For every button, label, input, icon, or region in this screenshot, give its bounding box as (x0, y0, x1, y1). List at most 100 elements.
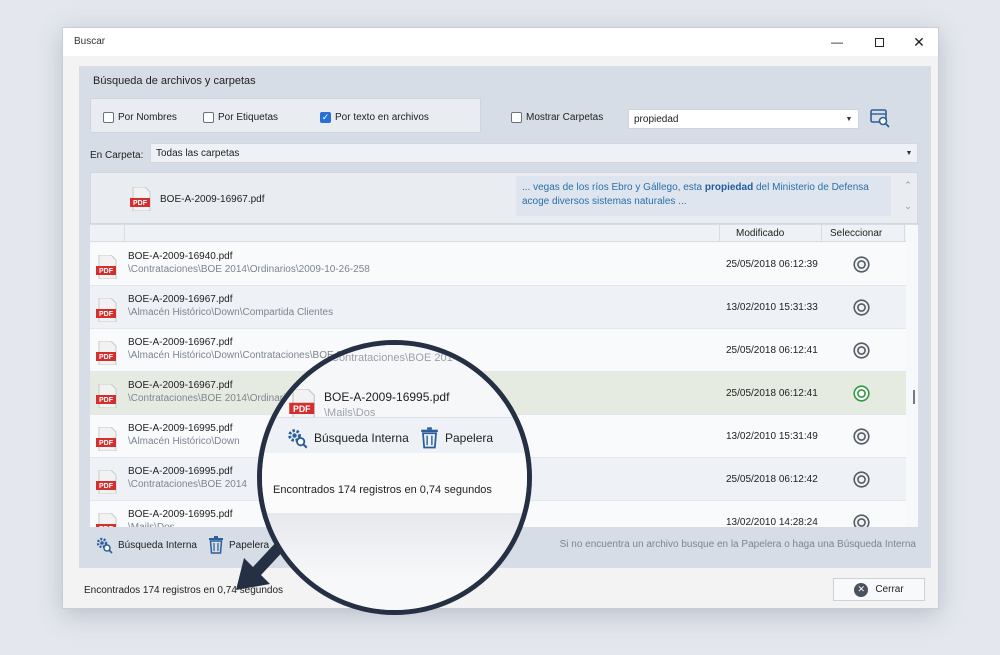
option-by-name[interactable]: Por Nombres (103, 112, 177, 123)
title-bar: Buscar — ✕ (63, 28, 938, 56)
magnified-trash-button[interactable]: Papelera (420, 427, 493, 449)
trash-icon (209, 536, 223, 554)
pdf-icon: PDF (130, 187, 151, 211)
gear-search-icon (96, 537, 113, 554)
gear-search-icon (288, 429, 308, 449)
svg-text:PDF: PDF (99, 311, 114, 318)
list-header: Modificado Seleccionar (90, 225, 906, 242)
minimize-button[interactable]: — (818, 28, 856, 56)
magnifier-callout: \Contrataciones\BOE 2014 PDF BOE-A-2009-… (257, 340, 532, 615)
pdf-icon: PDF (96, 426, 117, 452)
internal-search-label: Búsqueda Interna (118, 539, 197, 551)
option-label: Por Etiquetas (218, 112, 279, 123)
checkbox[interactable] (511, 112, 522, 123)
hint-text: Si no encuentra un archivo busque en la … (559, 539, 916, 550)
pdf-icon: PDF (96, 383, 117, 409)
magnified-ghost-path: \Contrataciones\BOE 2014 (328, 352, 459, 364)
pdf-icon: PDF (289, 389, 315, 419)
select-radio-icon[interactable] (853, 299, 870, 316)
pdf-icon: PDF (96, 512, 117, 527)
svg-text:PDF: PDF (99, 397, 114, 404)
internal-search-button[interactable]: Búsqueda Interna (95, 536, 197, 554)
file-name: BOE-A-2009-16940.pdf (128, 251, 233, 262)
magnified-content: \Contrataciones\BOE 2014 PDF BOE-A-2009-… (262, 345, 527, 610)
file-name: BOE-A-2009-16995.pdf (128, 509, 233, 520)
checkbox[interactable] (103, 112, 114, 123)
file-path: \Almacén Histórico\Down\Compartida Clien… (128, 307, 334, 318)
file-name: BOE-A-2009-16967.pdf (128, 380, 233, 391)
show-folders-option[interactable]: Mostrar Carpetas (511, 112, 603, 123)
modified-date: 13/02/2010 14:28:24 (726, 517, 818, 527)
svg-text:PDF: PDF (99, 483, 114, 490)
pdf-icon-wrap: PDF (96, 254, 118, 282)
select-radio-icon[interactable] (853, 471, 870, 488)
chevron-down-icon[interactable]: ▼ (842, 112, 856, 126)
maximize-button[interactable] (860, 28, 898, 56)
svg-text:PDF: PDF (133, 200, 148, 207)
select-radio-icon[interactable] (853, 342, 870, 359)
file-name: BOE-A-2009-16995.pdf (128, 423, 233, 434)
modified-date: 25/05/2018 06:12:41 (726, 345, 818, 356)
close-label: Cerrar (875, 584, 904, 595)
magnified-status-area (262, 453, 527, 513)
magnified-status-text: Encontrados 174 registros en 0,74 segund… (273, 484, 492, 496)
file-name: BOE-A-2009-16967.pdf (128, 294, 233, 305)
file-name: BOE-A-2009-16995.pdf (128, 466, 233, 477)
close-circle-icon: ✕ (854, 582, 869, 597)
trash-icon (421, 427, 438, 449)
result-preview: PDF BOE-A-2009-16967.pdf ... vegas de lo… (90, 172, 918, 224)
minimize-icon: — (831, 35, 843, 49)
select-radio-icon[interactable] (853, 428, 870, 445)
chevron-up-icon[interactable]: ⌃ (903, 180, 913, 191)
search-input[interactable] (629, 110, 834, 128)
search-query-combo[interactable]: ▼ (628, 109, 859, 129)
folder-value: Todas las carpetas (156, 148, 240, 159)
select-radio-icon[interactable] (853, 385, 870, 402)
select-radio-icon[interactable] (853, 256, 870, 273)
checkbox-checked[interactable]: ✓ (320, 112, 331, 123)
folder-select[interactable]: Todas las carpetas ▼ (150, 143, 918, 163)
vertical-scrollbar[interactable] (910, 225, 918, 527)
column-separator (821, 225, 822, 242)
magnified-shadow (262, 513, 527, 610)
pdf-icon: PDF (96, 469, 117, 495)
file-path: \Contrataciones\BOE 2014 (128, 479, 247, 490)
close-icon: ✕ (913, 33, 925, 50)
svg-text:PDF: PDF (99, 354, 114, 361)
svg-text:PDF: PDF (293, 404, 311, 414)
svg-text:PDF: PDF (99, 268, 114, 275)
option-by-tag[interactable]: Por Etiquetas (203, 112, 278, 123)
search-button[interactable] (869, 107, 891, 129)
preview-snippet: ... vegas de los ríos Ebro y Gállego, es… (516, 176, 891, 216)
chevron-down-icon[interactable]: ⌄ (903, 201, 913, 212)
option-label: Mostrar Carpetas (526, 112, 604, 123)
preview-file-name: BOE-A-2009-16967.pdf (160, 194, 265, 205)
table-row[interactable]: PDF BOE-A-2009-16967.pdf \Almacén Históric… (90, 286, 906, 329)
magnified-internal-search-label: Búsqueda Interna (314, 431, 409, 445)
pdf-icon-wrap: PDF (96, 297, 118, 325)
chevron-down-icon[interactable]: ▼ (902, 146, 916, 160)
maximize-icon (874, 37, 884, 47)
scrollbar-thumb[interactable] (913, 390, 915, 404)
column-separator (124, 225, 125, 242)
option-by-text[interactable]: ✓ Por texto en archivos (320, 112, 429, 123)
search-mode-group: Por Nombres Por Etiquetas ✓ Por texto en… (90, 98, 481, 133)
file-path: \Almacén Histórico\Down (128, 436, 240, 447)
modified-date: 25/05/2018 06:12:42 (726, 474, 818, 485)
file-name: BOE-A-2009-16967.pdf (128, 337, 233, 348)
magnified-action-bar: Búsqueda Interna Papelera (262, 417, 527, 453)
folder-label: En Carpeta: (90, 150, 144, 161)
magnified-internal-search-button[interactable]: Búsqueda Interna (286, 427, 409, 449)
close-button[interactable]: ✕ Cerrar (833, 578, 925, 601)
column-modified[interactable]: Modificado (736, 228, 784, 239)
pdf-icon: PDF (96, 340, 117, 366)
column-separator (904, 225, 905, 242)
column-select[interactable]: Seleccionar (830, 228, 882, 239)
option-label: Por texto en archivos (335, 112, 429, 123)
pdf-icon-wrap: PDF (96, 340, 118, 368)
table-row[interactable]: PDF BOE-A-2009-16940.pdf \Contrataciones\B… (90, 243, 906, 286)
select-radio-icon[interactable] (853, 514, 870, 527)
magnified-row: \Contrataciones\BOE 2014 PDF BOE-A-2009-… (262, 345, 527, 419)
checkbox[interactable] (203, 112, 214, 123)
close-window-button[interactable]: ✕ (900, 28, 938, 56)
